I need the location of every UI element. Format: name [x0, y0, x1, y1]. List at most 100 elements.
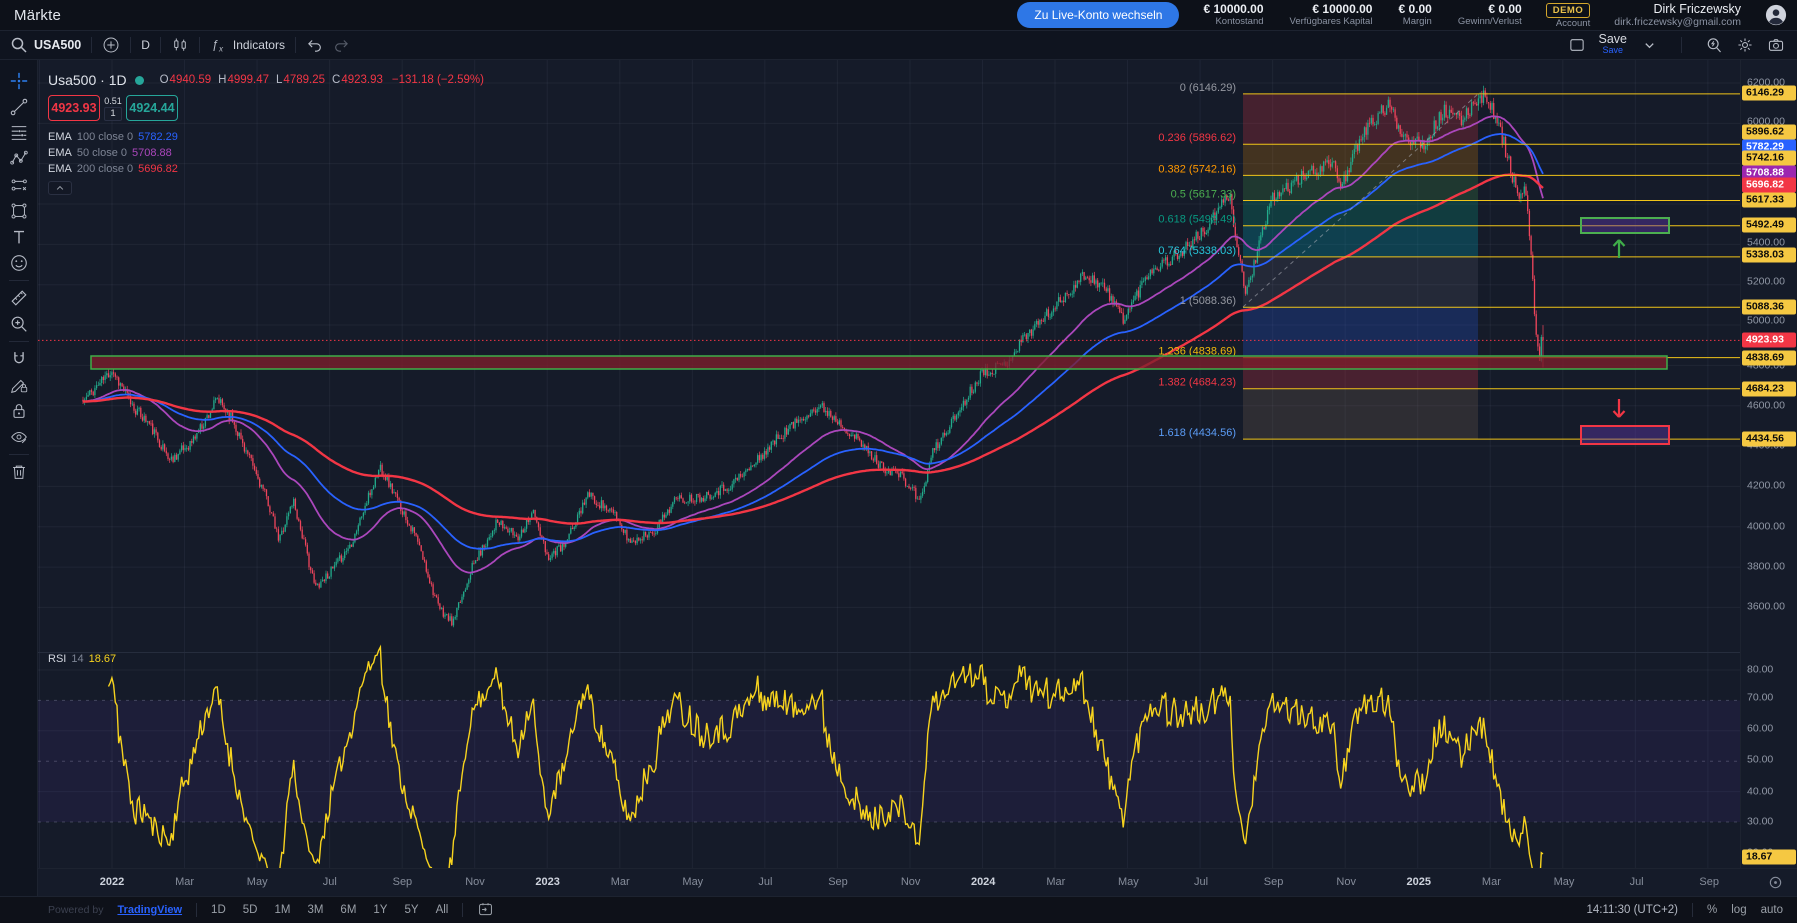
price-label-4923.93: 4923.93: [1742, 333, 1796, 348]
time-label-Jul: Jul: [1194, 876, 1208, 888]
symbol-title[interactable]: Usa500 · 1D: [48, 72, 127, 88]
shapes-icon[interactable]: [6, 198, 32, 224]
bottom-divider: [462, 903, 463, 917]
buy-button[interactable]: 4924.44: [126, 95, 178, 121]
layout-select-icon[interactable]: [1568, 36, 1586, 54]
date-range-buttons: 1D 5D 1M 3M 6M 1Y 5Y All: [211, 904, 448, 916]
price-label-18.67: 18.67: [1742, 850, 1796, 865]
symbol-search-button[interactable]: USA500: [34, 38, 81, 52]
range-3m[interactable]: 3M: [307, 904, 323, 916]
range-1y[interactable]: 1Y: [373, 904, 387, 916]
market-status-dot-icon: [135, 76, 144, 85]
pattern-icon[interactable]: [6, 146, 32, 172]
indicators-button[interactable]: Indicators: [233, 38, 285, 52]
toolbar-separator: [9, 454, 29, 455]
range-6m[interactable]: 6M: [340, 904, 356, 916]
projection-icon[interactable]: [6, 172, 32, 198]
spread-unit: 1: [104, 107, 121, 121]
settings-gear-icon[interactable]: [1736, 36, 1754, 54]
toolbar-divider: [295, 37, 296, 53]
time-label-Jul: Jul: [1630, 876, 1644, 888]
user-info: Dirk Friczewsky dirk.friczewsky@gmail.co…: [1614, 2, 1741, 28]
time-axis[interactable]: 2022MarMayJulSepNov2023MarMayJulSepNov20…: [38, 868, 1797, 896]
chart-legend: Usa500 · 1D O4940.59H4999.47L4789.25C492…: [48, 72, 484, 195]
tradingview-link[interactable]: TradingView: [117, 904, 182, 916]
range-1m[interactable]: 1M: [274, 904, 290, 916]
timeframe-button[interactable]: D: [141, 38, 150, 52]
go-to-date-icon[interactable]: [477, 901, 494, 918]
emoji-icon[interactable]: [6, 250, 32, 276]
text-icon[interactable]: [6, 224, 32, 250]
chart-style-candles-icon[interactable]: [171, 36, 189, 54]
scroll-to-realtime-icon[interactable]: [1768, 875, 1783, 890]
crosshair-icon[interactable]: [6, 68, 32, 94]
toolbar-divider: [1681, 37, 1682, 53]
time-label-Mar: Mar: [1482, 876, 1501, 888]
save-sub-label: Save: [1599, 45, 1628, 56]
ruler-icon[interactable]: [6, 285, 32, 311]
fib-icon[interactable]: [6, 120, 32, 146]
range-5d[interactable]: 5D: [243, 904, 258, 916]
chart-toolbar: USA500 D ƒx Indicators Save Save: [0, 30, 1797, 60]
toolbar-divider: [130, 37, 131, 53]
ohlc-values: O4940.59H4999.47L4789.25C4923.93−131.18 …: [160, 74, 484, 86]
quick-search-icon[interactable]: [1705, 36, 1723, 54]
account-metric-label: Kontostand: [1203, 16, 1263, 28]
magnet-icon[interactable]: [6, 346, 32, 372]
indicator-legend: EMA100 close 05782.29EMA50 close 05708.8…: [48, 129, 484, 177]
indicators-fx-icon[interactable]: ƒx: [210, 36, 228, 54]
price-label-6146.29: 6146.29: [1742, 86, 1796, 101]
avatar-icon[interactable]: [1765, 4, 1787, 26]
chart-canvas[interactable]: 0 (6146.29)0.236 (5896.62)0.382 (5742.16…: [38, 60, 1740, 868]
time-label-Jul: Jul: [758, 876, 772, 888]
eye-icon[interactable]: [6, 424, 32, 450]
range-5y[interactable]: 5Y: [404, 904, 418, 916]
lock-icon[interactable]: [6, 398, 32, 424]
save-menu-chevron-icon[interactable]: [1640, 36, 1658, 54]
sell-button[interactable]: 4923.93: [48, 95, 100, 121]
percent-scale-toggle[interactable]: %: [1707, 904, 1717, 916]
log-scale-toggle[interactable]: log: [1731, 904, 1746, 916]
price-scale[interactable]: 6200.006000.005600.005400.005200.005000.…: [1740, 60, 1797, 868]
bottom-bar: Powered by TradingView 1D5D1M3M6M1Y5YAll…: [0, 896, 1797, 922]
price-label-5896.62: 5896.62: [1742, 125, 1796, 140]
user-email: dirk.friczewsky@gmail.com: [1614, 16, 1741, 28]
drawing-toolbar: [0, 60, 38, 896]
account-metric: € 0.00Gewinn/Verlust: [1458, 3, 1522, 28]
account-metric-value: € 0.00: [1398, 3, 1431, 16]
ema-legend-row: EMA50 close 05708.88: [48, 145, 484, 161]
price-tick-3800.00: 3800.00: [1741, 560, 1797, 575]
svg-text:1 (5088.36): 1 (5088.36): [1180, 295, 1236, 307]
ohlc-key: L: [276, 74, 282, 86]
ohlc-key: O: [160, 74, 169, 86]
time-label-Mar: Mar: [175, 876, 194, 888]
snapshot-camera-icon[interactable]: [1767, 36, 1785, 54]
price-tick-80.00: 80.00: [1741, 663, 1797, 678]
range-1d[interactable]: 1D: [211, 904, 226, 916]
ohlc-key: C: [332, 74, 340, 86]
switch-to-live-account-button[interactable]: Zu Live-Konto wechseln: [1017, 2, 1179, 28]
rsi-value: 18.67: [89, 653, 117, 665]
redo-icon[interactable]: [332, 36, 350, 54]
svg-text:1.382 (4684.23): 1.382 (4684.23): [1158, 377, 1236, 389]
ema-value: 5708.88: [132, 145, 172, 161]
ema-name: EMA: [48, 145, 72, 161]
search-icon[interactable]: [10, 36, 28, 54]
range-all[interactable]: All: [436, 904, 449, 916]
legend-collapse-icon[interactable]: [48, 181, 72, 195]
time-label-2022: 2022: [100, 876, 124, 888]
drawlock-icon[interactable]: [6, 372, 32, 398]
ema-name: EMA: [48, 161, 72, 177]
top-header: Märkte Zu Live-Konto wechseln € 10000.00…: [0, 0, 1797, 30]
trendline-icon[interactable]: [6, 94, 32, 120]
save-button[interactable]: Save Save: [1599, 34, 1628, 56]
undo-icon[interactable]: [306, 36, 324, 54]
compare-add-icon[interactable]: [102, 36, 120, 54]
clock-label[interactable]: 14:11:30 (UTC+2): [1587, 904, 1679, 916]
ohlc-key: H: [218, 74, 226, 86]
price-tick-50.00: 50.00: [1741, 753, 1797, 768]
auto-scale-toggle[interactable]: auto: [1761, 904, 1783, 916]
zoom-icon[interactable]: [6, 311, 32, 337]
svg-text:x: x: [218, 44, 224, 53]
trash-icon[interactable]: [6, 459, 32, 485]
